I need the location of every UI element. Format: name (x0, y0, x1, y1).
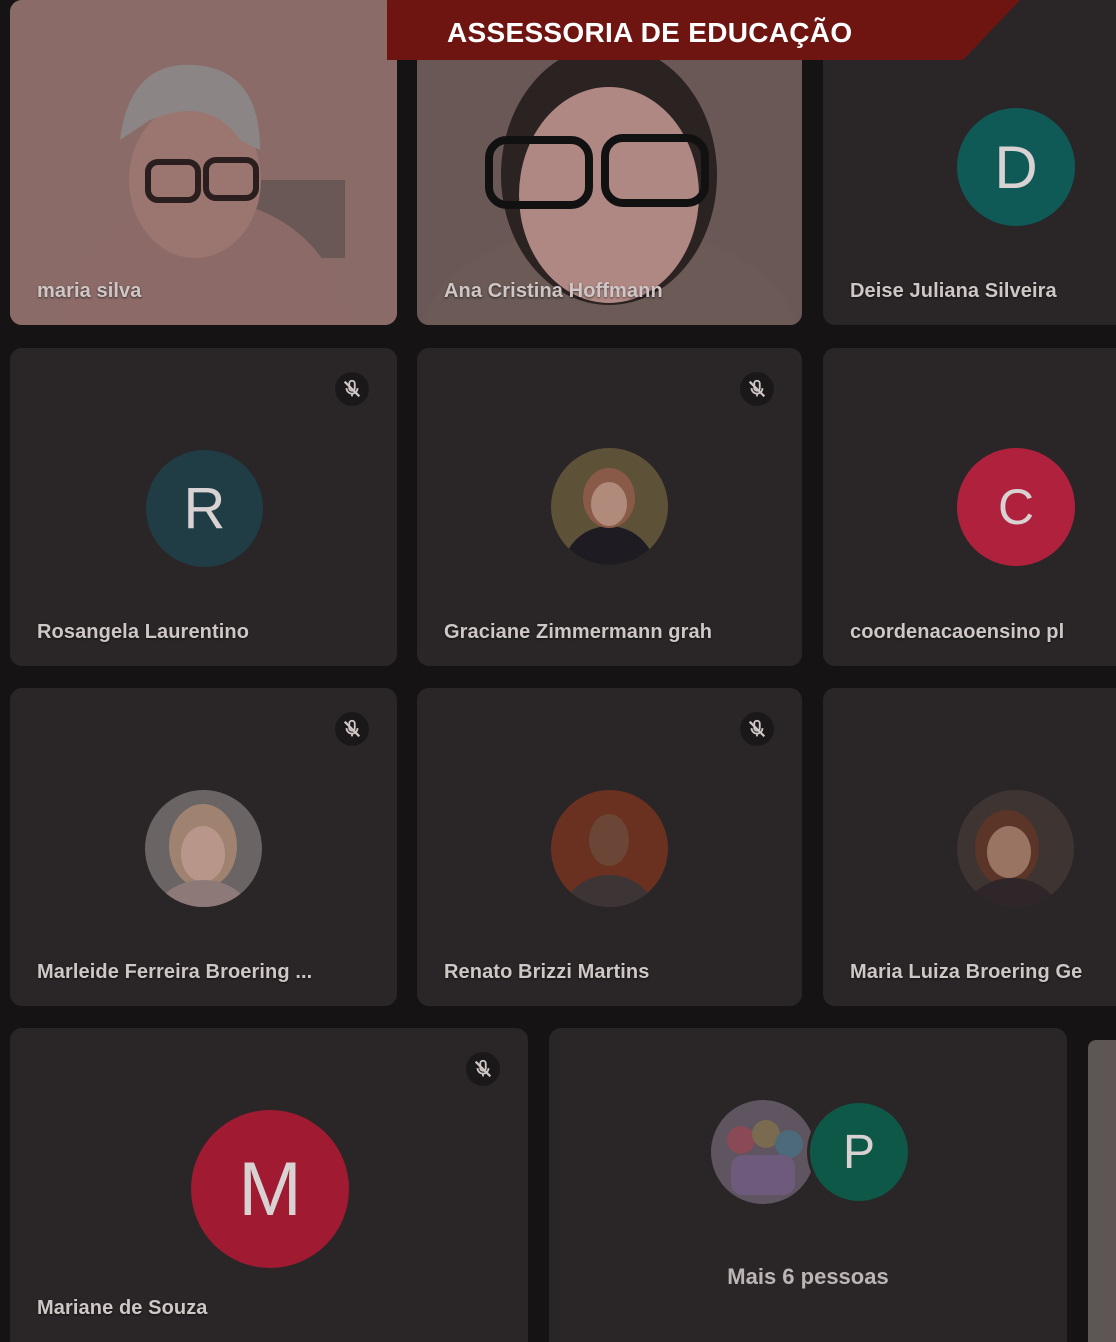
avatar-photo (551, 790, 668, 907)
participant-tile-rosangela[interactable]: R Rosangela Laurentino (10, 348, 397, 666)
participant-name: Rosangela Laurentino (37, 621, 250, 643)
avatar-photo (711, 1100, 815, 1204)
participant-tile-mariane[interactable]: M Mariane de Souza (10, 1028, 528, 1342)
header-banner: ASSESSORIA DE EDUCAÇÃO (387, 0, 1020, 60)
avatar-initial: C (997, 479, 1035, 535)
avatar-initial: D (994, 133, 1038, 201)
mic-off-icon (466, 1052, 500, 1086)
avatar: P (807, 1100, 911, 1204)
mic-off-icon (740, 712, 774, 746)
participant-name: Renato Brizzi Martins (444, 961, 650, 983)
mic-off-icon (335, 712, 369, 746)
participant-tile-marleide[interactable]: Marleide Ferreira Broering ... (10, 688, 397, 1006)
avatar-initial: M (238, 1146, 302, 1232)
mic-off-icon (335, 372, 369, 406)
participant-name: coordenacaoensino pl (850, 621, 1065, 643)
participant-name: maria silva (37, 280, 142, 302)
participant-tile-maria-silva[interactable]: maria silva (10, 0, 397, 325)
avatar-photo (957, 790, 1074, 907)
participant-name: Deise Juliana Silveira (850, 280, 1057, 302)
more-participants-label: Mais 6 pessoas (727, 1264, 889, 1289)
avatar-photo (145, 790, 262, 907)
avatar-initial: R (183, 476, 226, 541)
avatar-initial: P (842, 1125, 875, 1179)
participant-tile-maria-luiza[interactable]: Maria Luiza Broering Ge (823, 688, 1116, 1006)
participant-name: Maria Luiza Broering Ge (850, 961, 1083, 983)
mic-off-icon (740, 372, 774, 406)
participant-tile-renato[interactable]: Renato Brizzi Martins (417, 688, 802, 1006)
participant-name: Graciane Zimmermann grah (444, 621, 713, 643)
participant-name: Mariane de Souza (37, 1297, 208, 1319)
avatar: C (957, 448, 1075, 566)
participant-name: Marleide Ferreira Broering ... (37, 961, 313, 983)
avatar: M (191, 1110, 349, 1268)
participant-name: Ana Cristina Hoffmann (444, 280, 663, 302)
participant-tile-coordenacao[interactable]: C coordenacaoensino pl (823, 348, 1116, 666)
banner-title: ASSESSORIA DE EDUCAÇÃO (447, 17, 853, 48)
avatar: R (146, 450, 263, 567)
video-feed-maria-silva (10, 0, 397, 325)
partial-tile[interactable] (1088, 1040, 1116, 1342)
avatar: D (957, 108, 1075, 226)
participant-tile-graciane[interactable]: Graciane Zimmermann grah (417, 348, 802, 666)
avatar-photo (551, 448, 668, 565)
more-participants-tile[interactable]: P Mais 6 pessoas (549, 1028, 1067, 1342)
